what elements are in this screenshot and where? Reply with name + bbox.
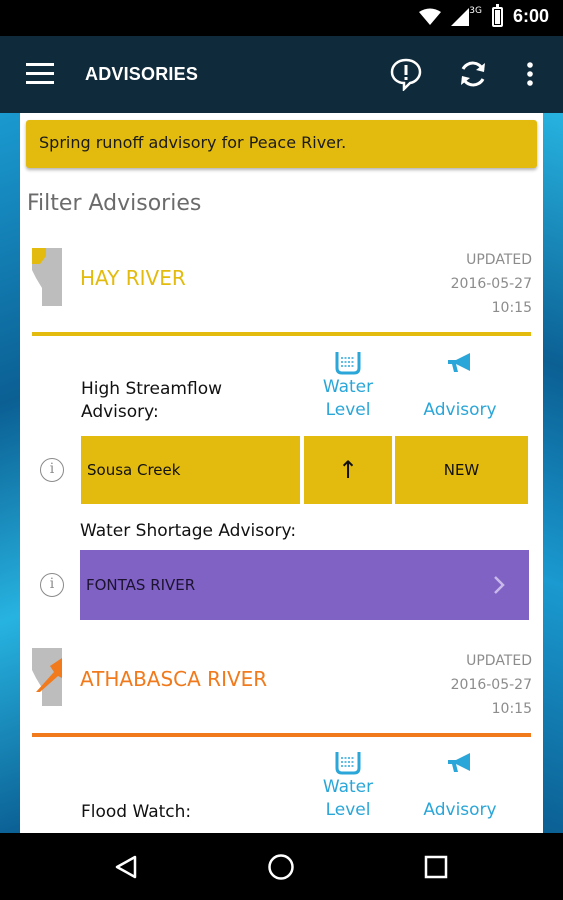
menu-icon[interactable] (26, 63, 54, 85)
advisory-row-fontas[interactable]: FONTAS RIVER (80, 550, 529, 620)
info-icon[interactable]: i (40, 458, 64, 482)
background-decoration (541, 113, 563, 833)
signal-icon (451, 7, 470, 26)
river-name-athabasca[interactable]: ATHABASCA RIVER (80, 667, 267, 691)
advisory-location: FONTAS RIVER (86, 576, 196, 594)
advisory-type-label: Flood Watch: (81, 802, 192, 822)
home-icon[interactable] (263, 849, 299, 885)
back-icon[interactable] (108, 849, 144, 885)
page-title: ADVISORIES (85, 64, 199, 84)
refresh-icon[interactable] (455, 56, 491, 92)
navigation-bar (0, 833, 563, 900)
wifi-icon (419, 8, 442, 25)
feedback-icon[interactable] (388, 56, 424, 92)
water-level-column-header: Water Level (312, 350, 384, 422)
recents-icon[interactable] (418, 849, 454, 885)
updated-timestamp: UPDATED 2016-05-27 10:15 (450, 653, 532, 717)
water-level-column-header: Water Level (312, 750, 384, 822)
megaphone-icon (448, 353, 470, 372)
more-options-icon[interactable] (515, 56, 545, 92)
advisory-status-badge: NEW (395, 436, 528, 504)
banner-text: Spring runoff advisory for Peace River. (39, 133, 347, 152)
trend-up-arrow-icon: ↑ (304, 436, 392, 504)
status-time: 6:00 (512, 6, 549, 26)
filter-advisories-link[interactable]: Filter Advisories (27, 191, 201, 216)
river-divider (32, 733, 531, 737)
status-bar: 3G 6:00 (0, 0, 563, 36)
water-level-icon (335, 752, 361, 775)
water-level-icon (335, 352, 361, 375)
advisory-type-label: Water Shortage Advisory: (80, 521, 297, 541)
river-divider (32, 332, 531, 336)
advisory-type-label: High Streamflow Advisory: (81, 379, 222, 422)
advisory-banner[interactable]: Spring runoff advisory for Peace River. (26, 120, 537, 168)
advisory-column-header: Advisory (412, 350, 508, 422)
background-decoration (0, 113, 22, 833)
river-name-hay[interactable]: HAY RIVER (80, 266, 186, 290)
updated-timestamp: UPDATED 2016-05-27 10:15 (450, 252, 532, 316)
app-bar: ADVISORIES (0, 36, 563, 113)
battery-icon (491, 3, 503, 27)
advisory-location[interactable]: Sousa Creek (81, 436, 300, 504)
info-icon[interactable]: i (40, 573, 64, 597)
megaphone-icon (448, 753, 470, 772)
alberta-map-icon (32, 248, 62, 306)
advisories-list[interactable]: Spring runoff advisory for Peace River. … (20, 113, 543, 833)
network-type: 3G (469, 5, 482, 16)
alberta-map-icon (32, 648, 62, 706)
chevron-right-icon (494, 576, 505, 594)
advisory-column-header: Advisory (412, 750, 508, 822)
